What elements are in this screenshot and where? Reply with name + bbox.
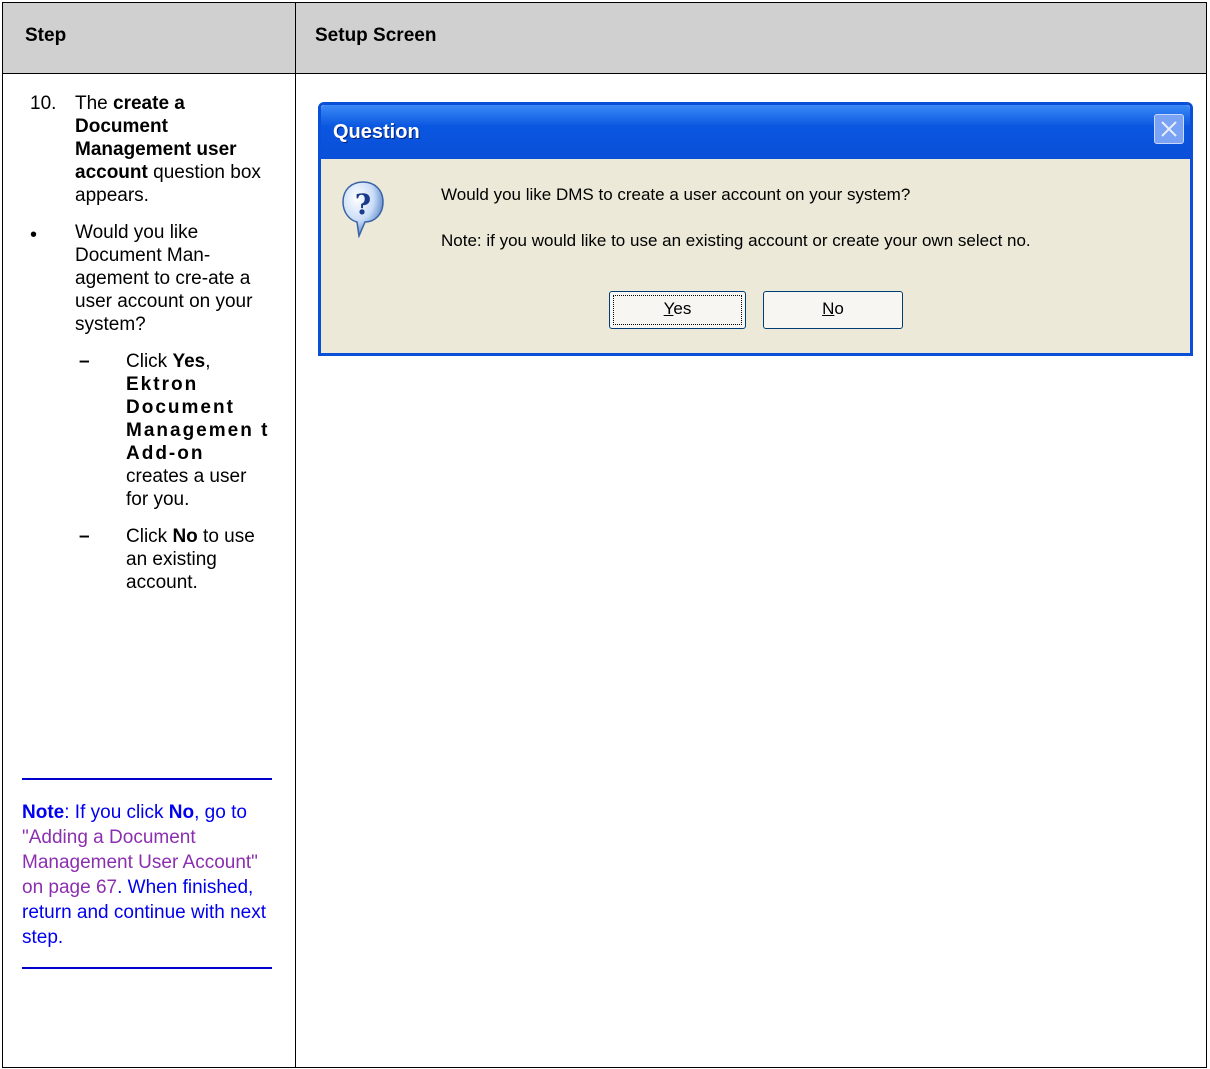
question-icon: ?	[342, 181, 384, 238]
yes-option-text: Click Yes, Ektron Document Managemen t A…	[126, 350, 272, 511]
dialog-message-2: Note: if you would like to use an existi…	[441, 231, 1031, 250]
svg-text:?: ?	[355, 188, 371, 221]
no-mnemonic: N	[822, 299, 835, 318]
no-pre: Click	[126, 526, 173, 547]
close-icon	[1161, 121, 1177, 137]
note-label: Note	[22, 802, 65, 823]
note-go-to: go to	[199, 802, 247, 823]
header-setup-screen: Setup Screen	[315, 25, 437, 46]
intro-pre: The	[75, 93, 114, 114]
question-bullet: • Would you like Document Man-agement to…	[22, 221, 272, 336]
table-header: Step Setup Screen	[3, 3, 1206, 74]
yes-bold: Yes	[172, 351, 206, 372]
close-button[interactable]	[1154, 114, 1184, 144]
no-option-text: Click No to use an existing account.	[126, 525, 272, 594]
yes-mnemonic: Y	[663, 299, 674, 318]
step-number: 10.	[30, 93, 57, 114]
yes-post: ,	[205, 351, 211, 372]
no-rest: o	[834, 299, 844, 318]
step-intro: The create a Document Management user ac…	[75, 92, 272, 207]
column-divider	[295, 3, 296, 1067]
dash-icon: –	[79, 351, 90, 372]
yes-tail: creates a user for you.	[126, 466, 247, 510]
no-button[interactable]: No	[763, 291, 903, 329]
bullet-icon: •	[30, 224, 38, 246]
product-name: Ektron Document Managemen t Add-on	[126, 374, 270, 464]
step-10: 10. The create a Document Management use…	[22, 92, 272, 207]
dialog-message-1: Would you like DMS to create a user acco…	[441, 185, 911, 204]
dash-icon: –	[79, 526, 90, 547]
note-box: Note: If you click No, go to "Adding a D…	[22, 778, 272, 969]
step-content: 10. The create a Document Management use…	[22, 92, 272, 594]
yes-pre: Click	[126, 351, 173, 372]
yes-button[interactable]: Yes	[609, 291, 746, 329]
bullet-text: Would you like Document Man-agement to c…	[75, 222, 253, 335]
note-pre: : If you click	[64, 802, 169, 823]
note-no: No	[168, 802, 195, 823]
dialog-title: Question	[333, 121, 420, 143]
dialog-titlebar[interactable]: Question	[321, 105, 1190, 159]
no-option: – Click No to use an existing account.	[22, 525, 272, 594]
yes-option: – Click Yes, Ektron Document Managemen t…	[22, 350, 272, 511]
yes-rest: es	[673, 299, 692, 318]
header-step: Step	[25, 25, 67, 46]
question-dialog: Question ? Would you like DMS to create …	[318, 102, 1193, 356]
no-bold: No	[172, 526, 198, 547]
